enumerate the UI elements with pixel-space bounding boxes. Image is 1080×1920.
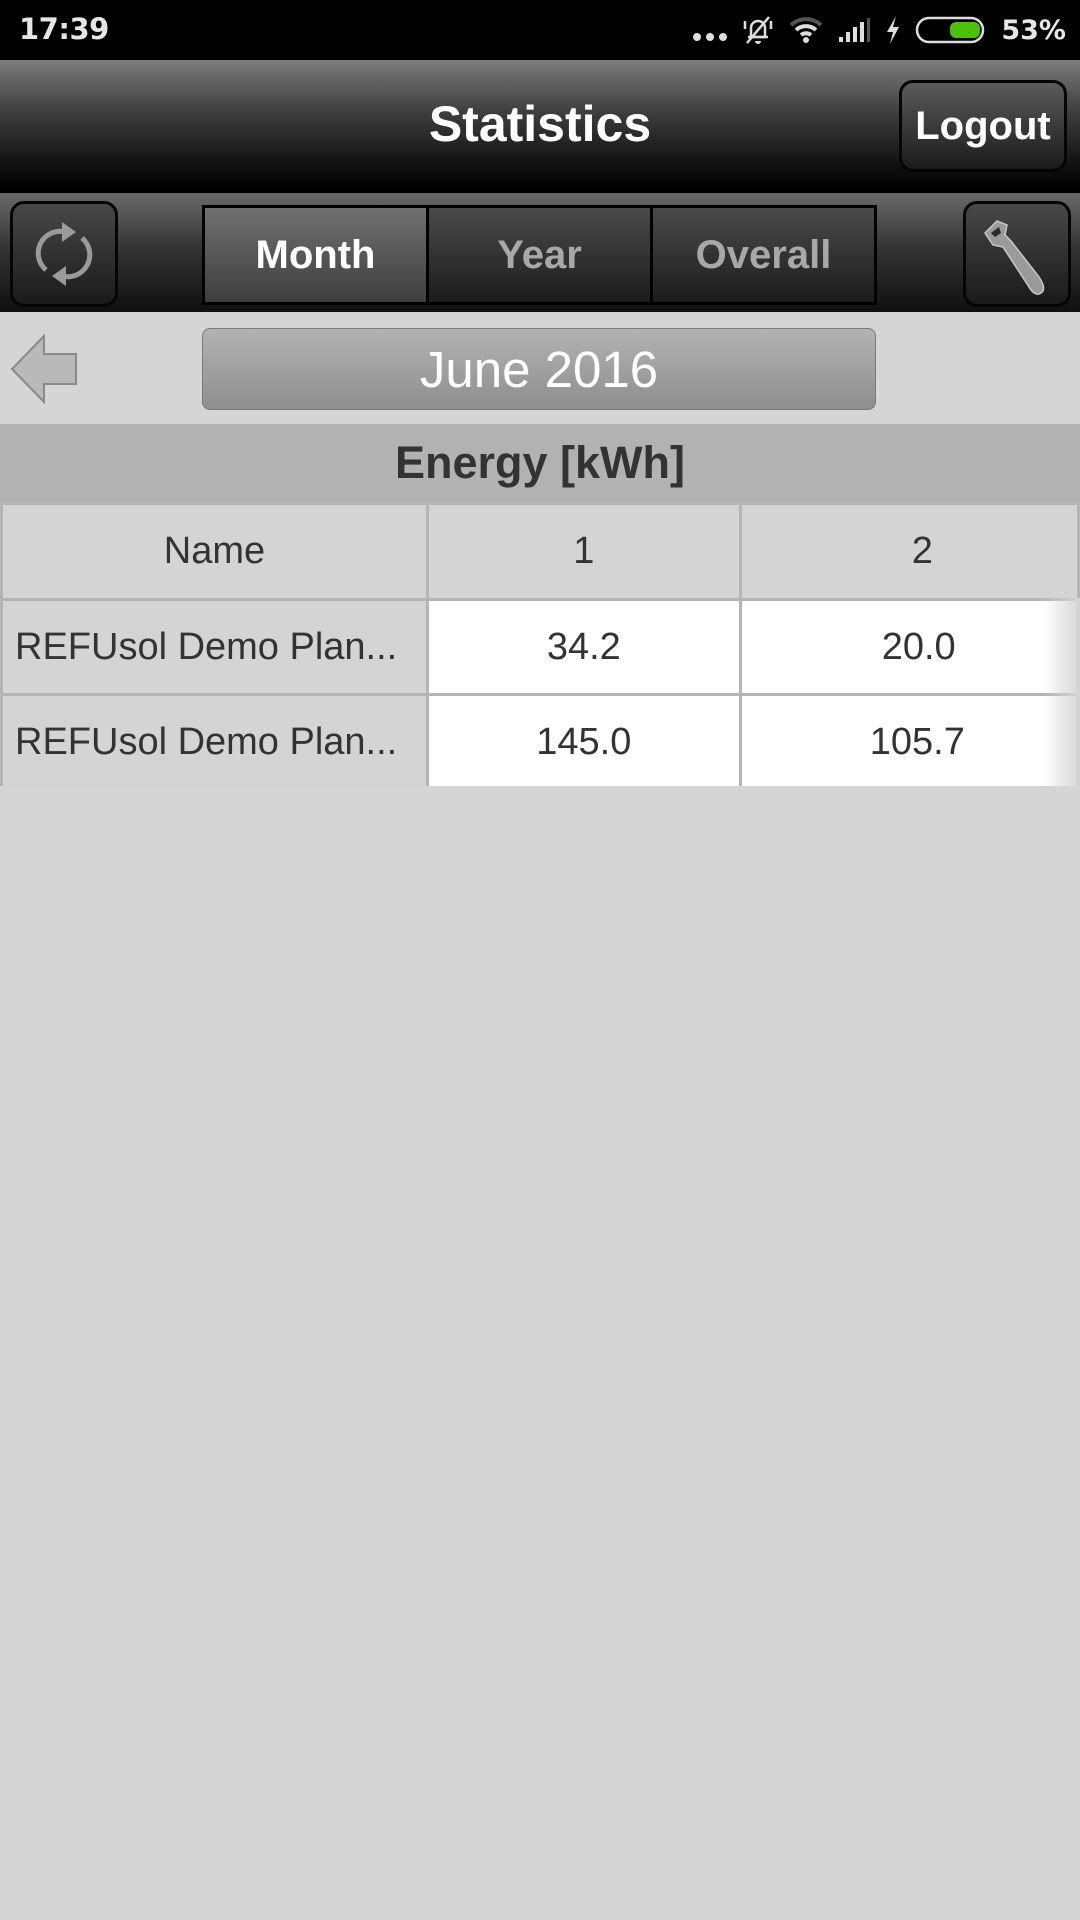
column-header: 1 xyxy=(425,502,742,601)
tab-month[interactable]: Month xyxy=(205,208,426,302)
charging-icon xyxy=(887,16,900,44)
table-header-row: Name 1 2 xyxy=(0,502,1080,601)
toolbar: Month Year Overall xyxy=(0,190,1080,312)
cellular-signal-icon xyxy=(839,18,871,42)
table-row[interactable]: REFUsol Demo Plan... 34.2 20.0 xyxy=(0,598,1080,696)
refresh-button[interactable] xyxy=(10,201,118,307)
status-icons: 53% xyxy=(693,0,1066,60)
period-label-button[interactable]: June 2016 xyxy=(202,328,876,410)
column-header: 2 xyxy=(738,502,1080,601)
value-cell: 34.2 xyxy=(425,598,742,696)
settings-button[interactable] xyxy=(963,201,1071,307)
bell-muted-icon xyxy=(744,16,773,44)
status-bar: 17:39 53% xyxy=(0,0,1080,60)
arrow-left-icon[interactable] xyxy=(10,334,82,404)
battery-icon xyxy=(916,16,985,44)
tab-overall[interactable]: Overall xyxy=(653,208,874,302)
logout-button[interactable]: Logout xyxy=(899,80,1067,172)
app-header: Statistics Logout xyxy=(0,60,1080,190)
tab-year[interactable]: Year xyxy=(429,208,650,302)
period-tabs: Month Year Overall xyxy=(202,205,877,305)
status-time: 17:39 xyxy=(19,12,109,46)
value-cell: 20.0 xyxy=(738,598,1080,696)
column-header: Name xyxy=(0,502,429,601)
wrench-icon xyxy=(984,220,1045,295)
energy-table[interactable]: Name 1 2 REFUsol Demo Plan... 34.2 20.0 … xyxy=(0,502,1080,786)
section-title: Energy [kWh] xyxy=(0,424,1080,502)
value-cell: 105.7 xyxy=(738,693,1080,786)
wifi-icon xyxy=(789,17,823,43)
battery-percent: 53% xyxy=(1001,14,1066,46)
table-row[interactable]: REFUsol Demo Plan... 145.0 105.7 xyxy=(0,693,1080,786)
period-navigation: June 2016 xyxy=(0,312,1080,424)
more-dots-icon xyxy=(693,33,728,41)
plant-name-cell: REFUsol Demo Plan... xyxy=(0,693,429,786)
plant-name-cell: REFUsol Demo Plan... xyxy=(0,598,429,696)
refresh-icon xyxy=(35,222,93,286)
value-cell: 145.0 xyxy=(425,693,742,786)
